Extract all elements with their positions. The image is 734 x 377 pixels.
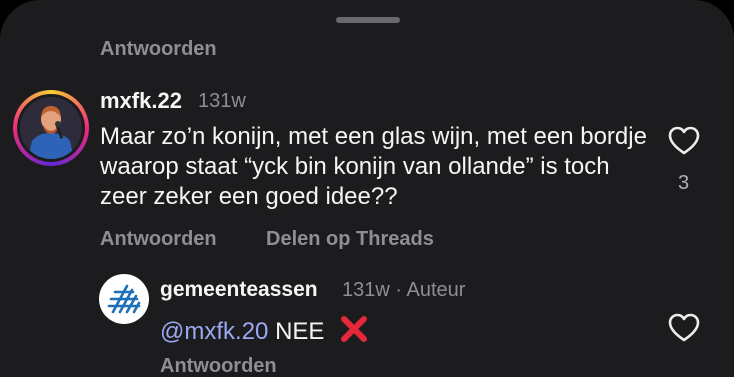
reply-meta: 131w · Auteur	[342, 279, 465, 302]
reply-text: @mxfk.20 NEE	[160, 314, 369, 346]
comment-text: Maar zo’n konijn, met een glas wijn, met…	[100, 123, 647, 210]
comments-sheet: Antwoorden mxfk.22 131w Maar zo’n konijn…	[0, 0, 734, 377]
gemeente-assen-avatar[interactable]	[99, 274, 149, 324]
author-badge: Auteur	[406, 279, 466, 301]
comment-username[interactable]: mxfk.22	[100, 88, 182, 114]
reply-text-content: NEE	[275, 318, 325, 345]
avatar-photo	[20, 97, 82, 159]
heart-icon[interactable]	[668, 126, 700, 156]
reply-timestamp: 131w	[342, 279, 390, 301]
meta-separator: ·	[395, 279, 403, 301]
like-count: 3	[678, 172, 690, 194]
gemeente-logo-icon	[107, 284, 141, 314]
drag-handle[interactable]	[336, 17, 400, 23]
share-threads-button[interactable]: Delen op Threads	[266, 228, 434, 251]
red-cross-icon	[341, 316, 368, 342]
heart-icon[interactable]	[668, 313, 700, 343]
comment-timestamp: 131w	[198, 90, 246, 112]
reply-username[interactable]: gemeenteassen	[160, 278, 318, 302]
reply-button[interactable]: Antwoorden	[100, 228, 217, 251]
previous-reply-button[interactable]: Antwoorden	[100, 38, 217, 61]
story-ring-avatar[interactable]	[13, 90, 89, 166]
mention-link[interactable]: @mxfk.20	[160, 318, 268, 345]
reply-button[interactable]: Antwoorden	[160, 355, 277, 377]
